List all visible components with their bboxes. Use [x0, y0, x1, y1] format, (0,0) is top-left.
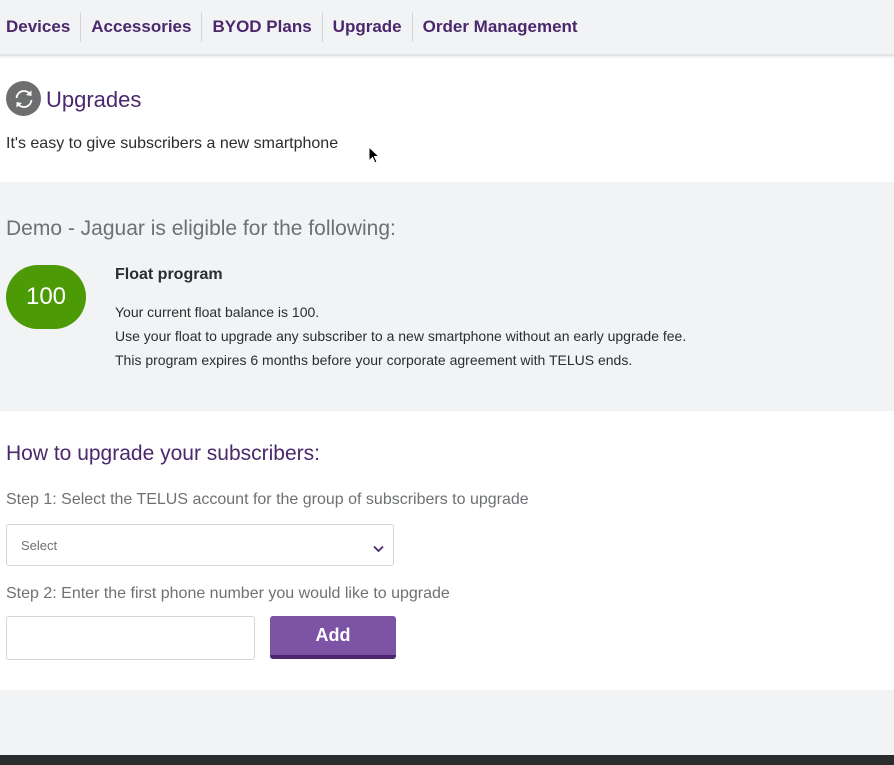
- page-header: Upgrades It's easy to give subscribers a…: [0, 58, 894, 182]
- program-description-line: Use your float to upgrade any subscriber…: [115, 328, 687, 344]
- add-button[interactable]: Add: [270, 616, 396, 659]
- account-select-value: Select: [21, 537, 58, 553]
- howto-section: How to upgrade your subscribers: Step 1:…: [0, 411, 894, 690]
- nav-item-order-management[interactable]: Order Management: [411, 12, 588, 42]
- eligibility-section: Demo - Jaguar is eligible for the follow…: [0, 182, 894, 411]
- phone-number-input[interactable]: [6, 616, 255, 660]
- float-balance-badge: 100: [6, 265, 86, 329]
- howto-title: How to upgrade your subscribers:: [6, 442, 320, 465]
- footer: [0, 755, 894, 765]
- mouse-cursor-icon: [368, 145, 381, 169]
- program-description-line: Your current float balance is 100.: [115, 304, 320, 320]
- nav-item-byod-plans[interactable]: BYOD Plans: [201, 12, 321, 42]
- page-title: Upgrades: [46, 87, 142, 112]
- program-description-line: This program expires 6 months before you…: [115, 352, 633, 368]
- account-select[interactable]: Select: [6, 524, 394, 566]
- upgrade-cycle-icon: [6, 81, 41, 116]
- chevron-down-icon: [373, 541, 384, 556]
- step2-label: Step 2: Enter the first phone number you…: [6, 585, 450, 602]
- nav-item-upgrade[interactable]: Upgrade: [321, 12, 412, 42]
- step1-label: Step 1: Select the TELUS account for the…: [6, 491, 529, 508]
- eligibility-title: Demo - Jaguar is eligible for the follow…: [6, 217, 396, 240]
- nav-item-accessories[interactable]: Accessories: [80, 12, 201, 42]
- nav-item-devices[interactable]: Devices: [6, 12, 80, 42]
- top-navigation: Devices Accessories BYOD Plans Upgrade O…: [0, 0, 894, 56]
- page-subtitle: It's easy to give subscribers a new smar…: [6, 135, 339, 152]
- program-title: Float program: [115, 266, 223, 283]
